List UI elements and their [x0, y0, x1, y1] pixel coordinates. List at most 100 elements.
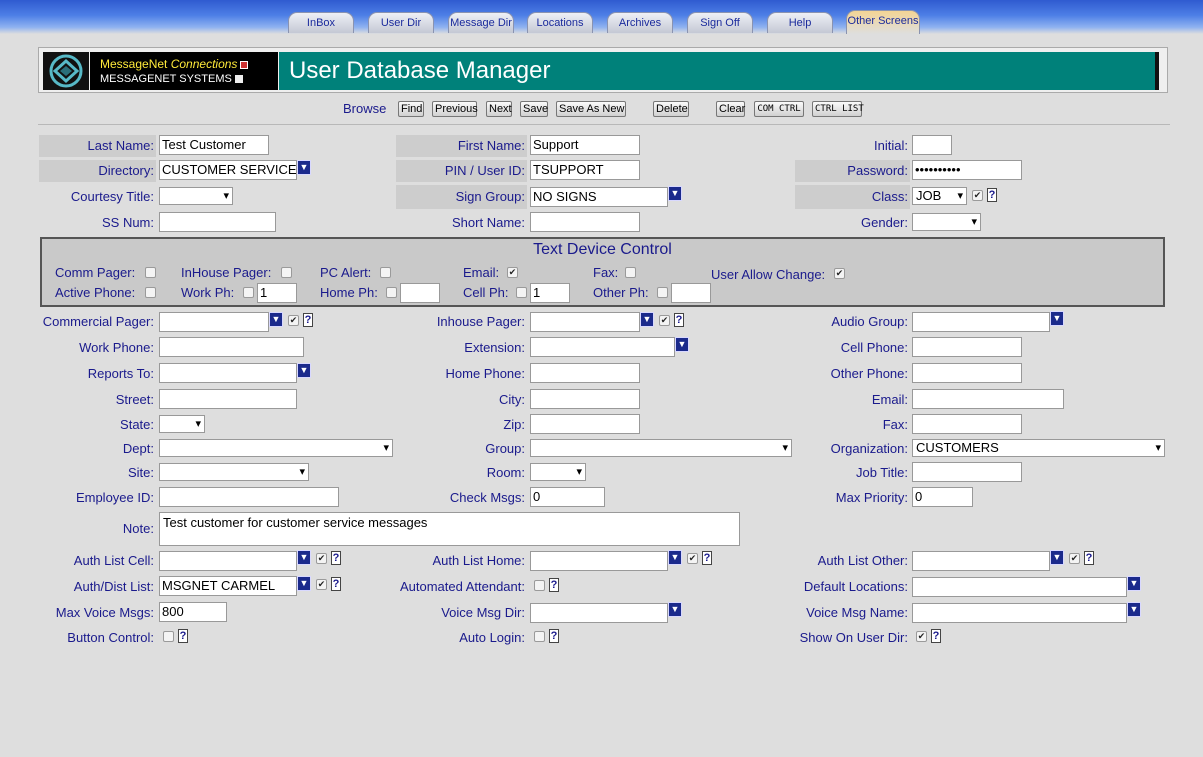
- commercial-pager-help-icon[interactable]: ?: [303, 313, 313, 327]
- auth-list-home-checkbox[interactable]: ✔: [687, 553, 698, 564]
- tab-user-dir[interactable]: User Dir: [368, 12, 434, 33]
- auth-list-cell-help-icon[interactable]: ?: [331, 551, 341, 565]
- inhouse-pager-input[interactable]: [530, 312, 640, 332]
- pc-alert-checkbox[interactable]: [380, 267, 391, 278]
- work-phone-input[interactable]: [159, 337, 304, 357]
- employee-id-input[interactable]: [159, 487, 339, 507]
- city-input[interactable]: [530, 389, 640, 409]
- class-help-icon[interactable]: ?: [987, 188, 997, 202]
- user-allow-change-checkbox[interactable]: ✔: [834, 268, 845, 279]
- active-phone-checkbox[interactable]: [145, 287, 156, 298]
- browse-label[interactable]: Browse: [343, 101, 386, 116]
- reports-to-input[interactable]: [159, 363, 297, 383]
- tab-help[interactable]: Help: [767, 12, 833, 33]
- tab-inbox[interactable]: InBox: [288, 12, 354, 33]
- email-input[interactable]: [912, 389, 1064, 409]
- work-ph-input[interactable]: 1: [257, 283, 297, 303]
- auth-list-other-checkbox[interactable]: ✔: [1069, 553, 1080, 564]
- tab-sign-off[interactable]: Sign Off: [687, 12, 753, 33]
- inhouse-pager-checkbox[interactable]: [281, 267, 292, 278]
- dept-select[interactable]: [159, 439, 393, 457]
- home-ph-checkbox[interactable]: [386, 287, 397, 298]
- default-locations-dropdown-icon[interactable]: ▼: [1127, 576, 1141, 591]
- save-button[interactable]: Save: [520, 101, 548, 117]
- auth-list-other-input[interactable]: [912, 551, 1050, 571]
- max-voice-msgs-input[interactable]: 800: [159, 602, 227, 622]
- audio-group-input[interactable]: [912, 312, 1050, 332]
- tab-message-dir[interactable]: Message Dir: [448, 12, 514, 33]
- work-ph-checkbox[interactable]: [243, 287, 254, 298]
- home-ph-input[interactable]: [400, 283, 440, 303]
- fax-input[interactable]: [912, 414, 1022, 434]
- commercial-pager-dropdown-icon[interactable]: ▼: [269, 312, 283, 327]
- zip-input[interactable]: [530, 414, 640, 434]
- auto-login-help-icon[interactable]: ?: [549, 629, 559, 643]
- auth-dist-list-help-icon[interactable]: ?: [331, 577, 341, 591]
- ss-num-input[interactable]: [159, 212, 276, 232]
- other-ph-checkbox[interactable]: [657, 287, 668, 298]
- save-as-new-button[interactable]: Save As New: [556, 101, 626, 117]
- automated-attendant-checkbox[interactable]: [534, 580, 545, 591]
- tab-locations[interactable]: Locations: [527, 12, 593, 33]
- clear-button[interactable]: Clear: [716, 101, 745, 117]
- delete-button[interactable]: Delete: [653, 101, 689, 117]
- show-on-user-dir-checkbox[interactable]: ✔: [916, 631, 927, 642]
- note-textarea[interactable]: Test customer for customer service messa…: [159, 512, 740, 546]
- other-phone-input[interactable]: [912, 363, 1022, 383]
- group-select[interactable]: [530, 439, 792, 457]
- class-select[interactable]: JOB: [912, 187, 967, 205]
- find-button[interactable]: Find: [398, 101, 424, 117]
- job-title-input[interactable]: [912, 462, 1022, 482]
- auth-list-cell-dropdown-icon[interactable]: ▼: [297, 550, 311, 565]
- sign-group-input[interactable]: NO SIGNS: [530, 187, 668, 207]
- extension-dropdown-icon[interactable]: ▼: [675, 337, 689, 352]
- sign-group-dropdown-icon[interactable]: ▼: [668, 186, 682, 201]
- auth-dist-list-dropdown-icon[interactable]: ▼: [297, 576, 311, 591]
- short-name-input[interactable]: [530, 212, 640, 232]
- tab-archives[interactable]: Archives: [607, 12, 673, 33]
- show-on-user-dir-help-icon[interactable]: ?: [931, 629, 941, 643]
- state-select[interactable]: [159, 415, 205, 433]
- max-priority-input[interactable]: 0: [912, 487, 973, 507]
- directory-input[interactable]: CUSTOMER SERVICE: [159, 160, 297, 180]
- default-locations-input[interactable]: [912, 577, 1127, 597]
- courtesy-title-select[interactable]: [159, 187, 233, 205]
- commercial-pager-checkbox[interactable]: ✔: [288, 315, 299, 326]
- auth-dist-list-input[interactable]: MSGNET CARMEL: [159, 576, 297, 596]
- ctrl-list-button[interactable]: CTRL LIST: [812, 101, 864, 117]
- automated-attendant-help-icon[interactable]: ?: [549, 578, 559, 592]
- street-input[interactable]: [159, 389, 297, 409]
- com-ctrl-button[interactable]: COM CTRL: [754, 101, 804, 117]
- voice-msg-name-input[interactable]: [912, 603, 1127, 623]
- inhouse-pager-dropdown-icon[interactable]: ▼: [640, 312, 654, 327]
- last-name-input[interactable]: Test Customer: [159, 135, 269, 155]
- external-link-icon[interactable]: [240, 60, 249, 69]
- auth-list-cell-input[interactable]: [159, 551, 297, 571]
- room-select[interactable]: [530, 463, 586, 481]
- check-msgs-input[interactable]: 0: [530, 487, 605, 507]
- cell-phone-input[interactable]: [912, 337, 1022, 357]
- site-select[interactable]: [159, 463, 309, 481]
- button-control-help-icon[interactable]: ?: [178, 629, 188, 643]
- tab-other-screens[interactable]: Other Screens: [846, 10, 920, 34]
- class-checkbox[interactable]: ✔: [972, 190, 983, 201]
- directory-dropdown-icon[interactable]: ▼: [297, 160, 311, 175]
- inhouse-pager-checkbox[interactable]: ✔: [659, 315, 670, 326]
- auth-list-other-dropdown-icon[interactable]: ▼: [1050, 550, 1064, 565]
- gender-select[interactable]: [912, 213, 981, 231]
- auth-list-cell-checkbox[interactable]: ✔: [316, 553, 327, 564]
- auth-list-home-input[interactable]: [530, 551, 668, 571]
- previous-button[interactable]: Previous: [432, 101, 478, 117]
- fax-alert-checkbox[interactable]: [625, 267, 636, 278]
- first-name-input[interactable]: Support: [530, 135, 640, 155]
- voice-msg-name-dropdown-icon[interactable]: ▼: [1127, 602, 1141, 617]
- voice-msg-dir-dropdown-icon[interactable]: ▼: [668, 602, 682, 617]
- organization-select[interactable]: CUSTOMERS: [912, 439, 1165, 457]
- home-phone-input[interactable]: [530, 363, 640, 383]
- auto-login-checkbox[interactable]: [534, 631, 545, 642]
- auth-list-home-help-icon[interactable]: ?: [702, 551, 712, 565]
- voice-msg-dir-input[interactable]: [530, 603, 668, 623]
- other-ph-input[interactable]: [671, 283, 711, 303]
- auth-list-home-dropdown-icon[interactable]: ▼: [668, 550, 682, 565]
- auth-dist-list-checkbox[interactable]: ✔: [316, 579, 327, 590]
